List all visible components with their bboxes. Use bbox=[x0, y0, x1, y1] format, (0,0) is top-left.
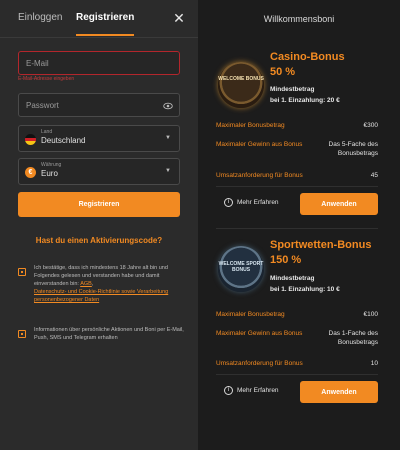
badge-text: WELCOME SPORT BONUS bbox=[218, 261, 264, 273]
age-terms-consent: Ich bestätige, dass ich mindestens 18 Ja… bbox=[34, 265, 169, 303]
casino-bonus-name: Casino-Bonus bbox=[270, 51, 345, 63]
tab-login[interactable]: Einloggen bbox=[18, 12, 62, 36]
age-terms-checkbox[interactable] bbox=[18, 268, 26, 276]
info-icon[interactable]: i bbox=[224, 198, 233, 207]
email-field[interactable] bbox=[18, 51, 180, 75]
row-value: Das 5-Fache des Bonusbetrags bbox=[328, 141, 379, 157]
row-value: Das 1-Fache des Bonusbetrags bbox=[328, 330, 379, 346]
chevron-down-icon: ▼ bbox=[165, 135, 171, 141]
germany-flag-icon bbox=[25, 134, 36, 145]
password-field[interactable] bbox=[18, 93, 180, 117]
auth-tabs: Einloggen Registrieren ✕ bbox=[0, 0, 198, 38]
country-select[interactable]: Land Deutschland ▼ bbox=[18, 125, 180, 152]
euro-coin-icon: € bbox=[25, 167, 36, 178]
terms-link[interactable]: AGB bbox=[80, 281, 92, 287]
divider bbox=[216, 228, 378, 229]
badge-text: WELCOME BONUS bbox=[218, 76, 264, 82]
chevron-down-icon: ▼ bbox=[165, 168, 171, 174]
casino-more-link[interactable]: Mehr Erfahren bbox=[237, 199, 279, 206]
casino-apply-button[interactable]: Anwenden bbox=[300, 193, 378, 215]
privacy-link[interactable]: Datenschutz- und Cookie-Richtlinie sowie… bbox=[34, 289, 168, 303]
marketing-consent: Informationen über persönliche Aktionen … bbox=[34, 327, 184, 341]
sport-min-label: Mindestbetrag bbox=[270, 275, 315, 282]
bonuses-title: Willkommensboni bbox=[263, 14, 335, 24]
consent-text: Ich bestätige, dass ich mindestens 18 Ja… bbox=[34, 265, 168, 287]
register-button[interactable]: Registrieren bbox=[18, 192, 180, 217]
sport-more-link[interactable]: Mehr Erfahren bbox=[237, 387, 279, 394]
row-value: €300 bbox=[363, 122, 378, 129]
password-input[interactable] bbox=[19, 94, 179, 116]
country-value: Deutschland bbox=[41, 136, 86, 145]
tab-register[interactable]: Registrieren bbox=[76, 12, 135, 36]
row-label: Umsatzanforderung für Bonus bbox=[216, 172, 303, 179]
currency-select[interactable]: € Währung Euro ▼ bbox=[18, 158, 180, 185]
casino-min-value: bei 1. Einzahlung: 20 € bbox=[270, 97, 340, 104]
close-icon[interactable]: ✕ bbox=[170, 9, 188, 27]
sport-apply-button[interactable]: Anwenden bbox=[300, 381, 378, 403]
casino-min-label: Mindestbetrag bbox=[270, 86, 315, 93]
email-input[interactable] bbox=[19, 52, 179, 74]
currency-label: Währung bbox=[41, 162, 62, 168]
welcome-bonuses-panel: Willkommensboni WELCOME BONUS Casino-Bon… bbox=[198, 0, 400, 450]
row-value: €100 bbox=[363, 311, 378, 318]
divider bbox=[216, 186, 378, 187]
info-icon[interactable]: i bbox=[224, 386, 233, 395]
activation-code-link[interactable]: Hast du einen Aktivierungscode? bbox=[0, 236, 198, 245]
country-label: Land bbox=[41, 129, 53, 135]
marketing-checkbox[interactable] bbox=[18, 330, 26, 338]
sport-bonus-percent: 150 % bbox=[270, 254, 302, 266]
sport-bonus-name: Sportwetten-Bonus bbox=[270, 239, 372, 251]
row-value: 10 bbox=[370, 360, 378, 367]
sport-min-value: bei 1. Einzahlung: 10 € bbox=[270, 286, 340, 293]
email-error-text: E-Mail-Adresse eingeben bbox=[18, 76, 75, 82]
casino-bonus-badge: WELCOME BONUS bbox=[218, 62, 264, 108]
divider bbox=[216, 374, 378, 375]
row-label: Umsatzanforderung für Bonus bbox=[216, 360, 303, 367]
eye-icon[interactable] bbox=[163, 101, 173, 111]
row-value: 45 bbox=[370, 172, 378, 179]
registration-panel: Einloggen Registrieren ✕ E-Mail-Adresse … bbox=[0, 0, 198, 450]
currency-value: Euro bbox=[41, 169, 58, 178]
casino-bonus-percent: 50 % bbox=[270, 66, 296, 78]
sport-bonus-badge: WELCOME SPORT BONUS bbox=[218, 246, 264, 292]
